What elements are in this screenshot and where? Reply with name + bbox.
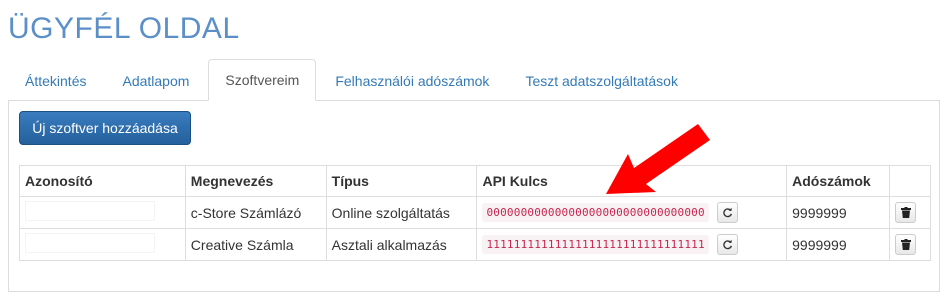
cell-id bbox=[19, 228, 186, 261]
tab-bar: Áttekintés Adatlapom Szoftvereim Felhasz… bbox=[8, 59, 697, 101]
cell-id bbox=[19, 196, 186, 229]
add-software-button[interactable]: Új szoftver hozzáadása bbox=[19, 111, 191, 145]
cell-actions bbox=[889, 196, 931, 229]
table-header-row: Azonosító Megnevezés Típus API Kulcs Adó… bbox=[19, 165, 931, 197]
cell-type: Online szolgáltatás bbox=[325, 196, 478, 229]
header-actions bbox=[889, 165, 931, 197]
cell-tax-ids: 9999999 bbox=[786, 196, 891, 229]
trash-icon bbox=[900, 239, 911, 250]
table-row: Creative Számla Asztali alkalmazás 11111… bbox=[19, 228, 931, 261]
id-value bbox=[25, 201, 155, 221]
api-key-value: 00000000000000000000000000000000 bbox=[482, 203, 709, 222]
delete-button[interactable] bbox=[895, 234, 917, 255]
regenerate-key-button[interactable] bbox=[716, 234, 738, 255]
trash-icon bbox=[900, 207, 911, 218]
header-api-kulcs: API Kulcs bbox=[476, 165, 788, 197]
cell-api-key: 11111111111111111111111111111111 bbox=[476, 228, 788, 261]
id-value bbox=[25, 233, 155, 253]
software-table: Azonosító Megnevezés Típus API Kulcs Adó… bbox=[19, 165, 931, 261]
cell-name: c-Store Számlázó bbox=[184, 196, 327, 229]
header-adoszamok: Adószámok bbox=[786, 165, 891, 197]
tab-attekintes[interactable]: Áttekintés bbox=[8, 60, 103, 101]
refresh-icon bbox=[723, 239, 732, 250]
tab-szoftvereim[interactable]: Szoftvereim bbox=[208, 59, 317, 101]
cell-api-key: 00000000000000000000000000000000 bbox=[476, 196, 788, 229]
tab-teszt-adatszolgaltatasok[interactable]: Teszt adatszolgáltatások bbox=[508, 60, 695, 101]
header-megnevezes: Megnevezés bbox=[184, 165, 327, 197]
header-azonosito: Azonosító bbox=[19, 165, 186, 197]
header-tipus: Típus bbox=[325, 165, 478, 197]
refresh-icon bbox=[723, 207, 732, 218]
tab-content-panel: Új szoftver hozzáadása Azonosító Megneve… bbox=[8, 100, 940, 292]
tab-felhasznaloi-adoszamok[interactable]: Felhasználói adószámok bbox=[318, 60, 506, 101]
delete-button[interactable] bbox=[895, 202, 917, 223]
page-title: ÜGYFÉL OLDAL bbox=[8, 12, 240, 45]
tab-adatlapom[interactable]: Adatlapom bbox=[105, 60, 206, 101]
regenerate-key-button[interactable] bbox=[716, 202, 738, 223]
cell-type: Asztali alkalmazás bbox=[325, 228, 478, 261]
cell-name: Creative Számla bbox=[184, 228, 327, 261]
api-key-value: 11111111111111111111111111111111 bbox=[482, 235, 709, 254]
cell-actions bbox=[889, 228, 931, 261]
table-row: c-Store Számlázó Online szolgáltatás 000… bbox=[19, 196, 931, 229]
cell-tax-ids: 9999999 bbox=[786, 228, 891, 261]
